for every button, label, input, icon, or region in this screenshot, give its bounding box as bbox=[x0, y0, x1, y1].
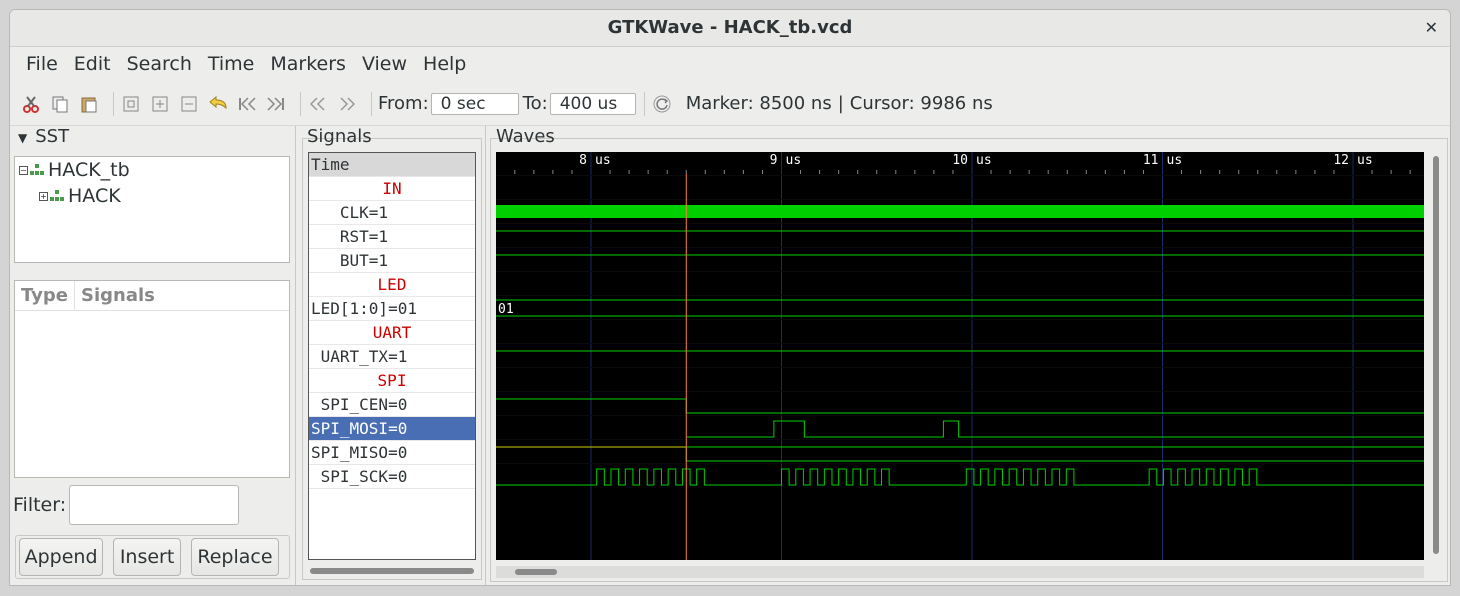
from-time-input[interactable]: 0 sec bbox=[430, 92, 519, 115]
chevron-down-icon[interactable]: ▼ bbox=[18, 131, 27, 145]
module-icon bbox=[30, 164, 44, 176]
time-axis-label: 11 bbox=[1143, 153, 1159, 168]
menu-markers[interactable]: Markers bbox=[262, 53, 354, 75]
menu-edit[interactable]: Edit bbox=[66, 53, 119, 75]
signal-row[interactable]: RST=1 bbox=[309, 225, 475, 249]
menu-time[interactable]: Time bbox=[200, 53, 263, 75]
signals-scrollbar[interactable] bbox=[310, 568, 474, 574]
signal-group[interactable]: SPI bbox=[309, 369, 475, 393]
sst-tree: − HACK_tb + HACK bbox=[14, 156, 290, 263]
status-separator: | bbox=[837, 93, 844, 114]
menu-bar: File Edit Search Time Markers View Help bbox=[10, 48, 1450, 80]
zoom-start-icon[interactable] bbox=[236, 93, 258, 115]
to-time-input[interactable]: 400 us bbox=[549, 92, 636, 115]
time-axis-unit: us bbox=[595, 153, 611, 168]
signal-row[interactable]: SPI_SCK=0 bbox=[309, 465, 475, 489]
column-type[interactable]: Type bbox=[15, 280, 75, 311]
from-label: From: bbox=[378, 93, 429, 114]
page-back-icon[interactable] bbox=[307, 93, 329, 115]
to-label: To: bbox=[522, 93, 548, 114]
waves-vertical-scrollbar[interactable] bbox=[1433, 156, 1439, 554]
waves-horizontal-scrollbar[interactable] bbox=[515, 569, 557, 575]
toolbar: From: 0 sec To: 400 us Marker: 8500 ns |… bbox=[10, 82, 1450, 126]
insert-button[interactable]: Insert bbox=[113, 538, 181, 576]
reload-icon[interactable] bbox=[651, 93, 673, 115]
signals-list[interactable]: Time IN CLK=1 RST=1 BUT=1 LED LED[1:0]=01 UA… bbox=[308, 152, 476, 560]
column-signals[interactable]: Signals bbox=[75, 285, 155, 306]
append-button[interactable]: Append bbox=[19, 538, 104, 576]
copy-icon[interactable] bbox=[49, 93, 71, 115]
time-axis-unit: us bbox=[1357, 153, 1373, 168]
signal-group[interactable]: UART bbox=[309, 321, 475, 345]
led-value-label: 01 bbox=[498, 302, 514, 317]
expand-icon[interactable]: + bbox=[39, 191, 48, 201]
page-forward-icon[interactable] bbox=[336, 93, 358, 115]
signal-row[interactable]: CLK=1 bbox=[309, 201, 475, 225]
gtkwave-window: GTKWave - HACK_tb.vcd ✕ File Edit Search Ti… bbox=[9, 9, 1451, 586]
cursor-readout: Cursor: 9986 ns bbox=[849, 93, 993, 114]
toolbar-separator bbox=[300, 91, 301, 116]
clk-trace bbox=[496, 205, 1424, 218]
time-axis-unit: us bbox=[786, 153, 802, 168]
filter-label: Filter: bbox=[13, 494, 67, 516]
menu-search[interactable]: Search bbox=[119, 53, 200, 75]
signal-row[interactable]: SPI_MOSI=0 bbox=[309, 417, 475, 441]
signal-group[interactable]: IN bbox=[309, 177, 475, 201]
signal-list-header: Type Signals bbox=[15, 280, 289, 311]
title-bar: GTKWave - HACK_tb.vcd ✕ bbox=[10, 10, 1450, 47]
zoom-end-icon[interactable] bbox=[265, 93, 287, 115]
time-axis-label: 9 bbox=[770, 153, 778, 168]
action-buttons: Append Insert Replace bbox=[15, 535, 290, 579]
menu-view[interactable]: View bbox=[354, 53, 415, 75]
filter-input[interactable] bbox=[69, 485, 239, 525]
window-title: GTKWave - HACK_tb.vcd bbox=[607, 17, 853, 38]
toolbar-separator bbox=[371, 91, 372, 116]
sst-signal-list[interactable]: Type Signals bbox=[14, 280, 290, 478]
sst-header[interactable]: ▼ SST bbox=[18, 126, 69, 147]
signal-row[interactable]: LED[1:0]=01 bbox=[309, 297, 475, 321]
module-icon bbox=[50, 190, 64, 202]
menu-help[interactable]: Help bbox=[415, 53, 474, 75]
time-axis-unit: us bbox=[976, 153, 992, 168]
replace-button[interactable]: Replace bbox=[190, 538, 279, 576]
toolbar-separator bbox=[113, 91, 114, 116]
signal-group[interactable]: LED bbox=[309, 273, 475, 297]
tree-item-label: HACK bbox=[68, 185, 121, 207]
tree-item-hack-tb[interactable]: − HACK_tb bbox=[19, 159, 130, 181]
tree-item-hack[interactable]: + HACK bbox=[39, 185, 121, 207]
time-axis-unit: us bbox=[1167, 153, 1183, 168]
marker-readout: Marker: 8500 ns bbox=[685, 93, 832, 114]
pane-divider[interactable] bbox=[295, 126, 296, 585]
signal-row[interactable]: UART_TX=1 bbox=[309, 345, 475, 369]
paste-icon[interactable] bbox=[78, 93, 100, 115]
signals-title: Signals bbox=[307, 126, 372, 147]
waveform-canvas[interactable]: 8 us 9 us 10 us 11 us 12 us 01 bbox=[496, 152, 1424, 560]
time-axis-label: 10 bbox=[952, 153, 968, 168]
signal-row[interactable]: BUT=1 bbox=[309, 249, 475, 273]
tree-item-label: HACK_tb bbox=[48, 159, 130, 181]
signal-row[interactable]: SPI_CEN=0 bbox=[309, 393, 475, 417]
time-axis-label: 8 bbox=[579, 153, 587, 168]
undo-zoom-icon[interactable] bbox=[207, 93, 229, 115]
zoom-out-icon[interactable] bbox=[178, 93, 200, 115]
pane-divider[interactable] bbox=[485, 126, 486, 585]
time-axis-label: 12 bbox=[1333, 153, 1349, 168]
toolbar-separator bbox=[643, 91, 645, 116]
close-icon[interactable]: ✕ bbox=[1425, 10, 1438, 46]
waves-title: Waves bbox=[496, 126, 555, 147]
collapse-icon[interactable]: − bbox=[19, 165, 28, 175]
zoom-in-icon[interactable] bbox=[149, 93, 171, 115]
menu-file[interactable]: File bbox=[18, 53, 66, 75]
signal-row[interactable]: SPI_MISO=0 bbox=[309, 441, 475, 465]
time-header[interactable]: Time bbox=[309, 153, 475, 177]
cut-icon[interactable] bbox=[20, 93, 42, 115]
zoom-fit-icon[interactable] bbox=[120, 93, 142, 115]
waves-scroll-track bbox=[496, 566, 1424, 578]
